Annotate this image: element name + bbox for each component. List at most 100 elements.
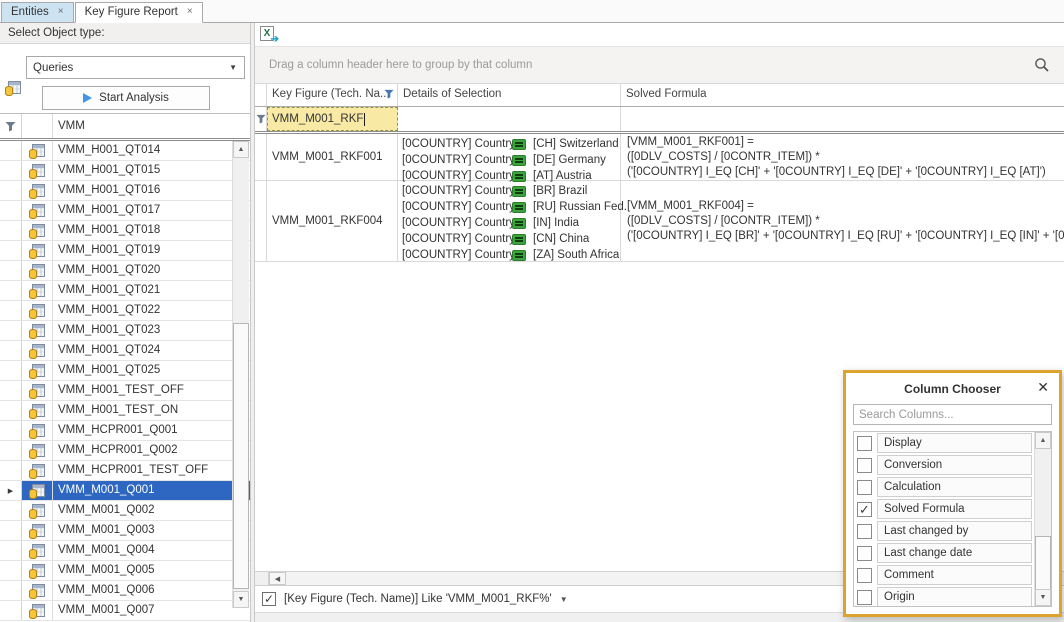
table-row[interactable]: VMM_M001_RKF004 [0COUNTRY] Country [BR] …: [255, 181, 1064, 262]
list-item[interactable]: VMM_M001_Q005: [0, 561, 250, 581]
key-figure-filter-input[interactable]: VMM_M001_RKF: [267, 107, 398, 131]
column-chooser-item[interactable]: Solved Formula: [854, 498, 1051, 520]
active-filter-funnel-icon[interactable]: [384, 89, 394, 99]
list-item[interactable]: VMM_H001_QT019: [0, 241, 250, 261]
tab-key-figure-report-label: Key Figure Report: [85, 6, 178, 18]
query-icon: [22, 141, 53, 160]
column-label[interactable]: Conversion: [877, 455, 1032, 475]
grid-filter-row: VMM_M001_RKF: [255, 107, 1064, 131]
chevron-down-icon[interactable]: ▼: [560, 595, 568, 604]
chooser-vertical-scrollbar[interactable]: ▲ ▼: [1034, 432, 1051, 606]
selection-line: [0COUNTRY] Country [CH] Switzerland: [402, 136, 620, 152]
selection-line: [0COUNTRY] Country [BR] Brazil: [402, 183, 620, 199]
table-row[interactable]: VMM_M001_RKF001 [0COUNTRY] Country [CH] …: [255, 134, 1064, 181]
list-item[interactable]: VMM_H001_TEST_OFF: [0, 381, 250, 401]
list-item[interactable]: VMM_H001_QT025: [0, 361, 250, 381]
list-item[interactable]: VMM_H001_QT024: [0, 341, 250, 361]
list-item[interactable]: VMM_M001_Q004: [0, 541, 250, 561]
column-chooser-item[interactable]: Display: [854, 432, 1051, 454]
list-item[interactable]: VMM_H001_QT018: [0, 221, 250, 241]
scroll-down-icon[interactable]: ▼: [233, 591, 249, 608]
query-icon: [22, 401, 53, 420]
list-filter-input[interactable]: VMM: [53, 117, 250, 136]
column-label[interactable]: Display: [877, 433, 1032, 453]
list-item[interactable]: VMM_H001_QT014: [0, 141, 250, 161]
column-checkbox[interactable]: [857, 458, 872, 473]
details-filter-cell[interactable]: [398, 107, 621, 131]
list-item[interactable]: VMM_H001_QT020: [0, 261, 250, 281]
list-item[interactable]: VMM_H001_QT017: [0, 201, 250, 221]
scrollbar-thumb[interactable]: [233, 323, 249, 589]
list-item[interactable]: VMM_H001_QT022: [0, 301, 250, 321]
filter-icon-cell: [22, 114, 53, 138]
list-item[interactable]: VMM_HCPR001_TEST_OFF: [0, 461, 250, 481]
scroll-left-icon[interactable]: ◀: [269, 572, 286, 585]
start-analysis-button[interactable]: Start Analysis: [42, 86, 210, 110]
list-item[interactable]: VMM_H001_QT021: [0, 281, 250, 301]
filter-row-indicator: [255, 107, 267, 131]
column-label[interactable]: Last changed by: [877, 521, 1032, 541]
column-checkbox[interactable]: [857, 546, 872, 561]
list-item[interactable]: VMM_M001_Q001: [0, 481, 250, 501]
export-excel-icon[interactable]: X➔: [259, 26, 277, 43]
close-icon[interactable]: ✕: [1037, 379, 1049, 396]
object-list: VMM_H001_QT014 VMM_H001_QT015 VMM_H001_Q…: [0, 141, 250, 621]
list-item-label: VMM_M001_Q004: [53, 541, 250, 560]
column-checkbox[interactable]: [857, 502, 872, 517]
list-item[interactable]: VMM_M001_Q002: [0, 501, 250, 521]
list-item-label: VMM_M001_Q006: [53, 581, 250, 600]
column-label[interactable]: Comment: [877, 565, 1032, 585]
selection-line: [0COUNTRY] Country [DE] Germany: [402, 152, 620, 168]
filter-enabled-checkbox[interactable]: [262, 592, 276, 606]
column-label[interactable]: Calculation: [877, 477, 1032, 497]
row-indicator: [0, 601, 22, 620]
list-item[interactable]: VMM_H001_QT023: [0, 321, 250, 341]
list-item[interactable]: VMM_H001_TEST_ON: [0, 401, 250, 421]
column-checkbox[interactable]: [857, 590, 872, 605]
list-item-label: VMM_H001_QT020: [53, 261, 250, 280]
column-chooser-item[interactable]: Calculation: [854, 476, 1051, 498]
list-item[interactable]: VMM_HCPR001_Q002: [0, 441, 250, 461]
query-icon: [22, 321, 53, 340]
column-header-details[interactable]: Details of Selection: [398, 84, 621, 106]
scroll-up-icon[interactable]: ▲: [1035, 432, 1051, 449]
list-item[interactable]: VMM_H001_QT016: [0, 181, 250, 201]
list-item[interactable]: VMM_HCPR001_Q001: [0, 421, 250, 441]
search-columns-input[interactable]: [853, 404, 1052, 425]
list-item[interactable]: VMM_H001_QT015: [0, 161, 250, 181]
tab-key-figure-report[interactable]: Key Figure Report ×: [75, 2, 203, 23]
object-type-dropdown[interactable]: Queries ▼: [26, 56, 245, 79]
list-item[interactable]: VMM_M001_Q006: [0, 581, 250, 601]
tab-entities[interactable]: Entities ×: [1, 2, 74, 22]
search-icon[interactable]: [1034, 57, 1050, 73]
list-item[interactable]: VMM_M001_Q007: [0, 601, 250, 621]
column-chooser-item[interactable]: Origin: [854, 586, 1051, 607]
query-icon: [22, 221, 53, 240]
row-indicator: [255, 181, 267, 261]
group-by-panel[interactable]: Drag a column header here to group by th…: [255, 47, 1064, 84]
column-label[interactable]: Last change date: [877, 543, 1032, 563]
column-chooser-item[interactable]: Comment: [854, 564, 1051, 586]
column-chooser-item[interactable]: Last changed by: [854, 520, 1051, 542]
solved-formula-filter-cell[interactable]: [621, 107, 1064, 131]
column-chooser-item[interactable]: Last change date: [854, 542, 1051, 564]
column-checkbox[interactable]: [857, 568, 872, 583]
scrollbar-thumb[interactable]: [1035, 536, 1051, 592]
column-checkbox[interactable]: [857, 480, 872, 495]
column-label[interactable]: Origin: [877, 587, 1032, 607]
column-label[interactable]: Solved Formula: [877, 499, 1032, 519]
formula-line: [VMM_M001_RKF001] =: [627, 135, 1064, 150]
list-vertical-scrollbar[interactable]: ▲ ▼: [232, 141, 249, 608]
column-chooser-item[interactable]: Conversion: [854, 454, 1051, 476]
column-checkbox[interactable]: [857, 436, 872, 451]
list-item[interactable]: VMM_M001_Q003: [0, 521, 250, 541]
scroll-down-icon[interactable]: ▼: [1035, 589, 1051, 606]
column-chooser-title: Column Chooser: [846, 382, 1059, 396]
tab-close-icon[interactable]: ×: [187, 7, 193, 17]
column-header-solved-formula[interactable]: Solved Formula: [621, 84, 1064, 106]
column-checkbox[interactable]: [857, 524, 872, 539]
tab-close-icon[interactable]: ×: [58, 7, 64, 17]
column-header-key-figure[interactable]: Key Figure (Tech. Na...: [267, 84, 398, 106]
scroll-up-icon[interactable]: ▲: [233, 141, 249, 158]
list-item-label: VMM_M001_Q005: [53, 561, 250, 580]
